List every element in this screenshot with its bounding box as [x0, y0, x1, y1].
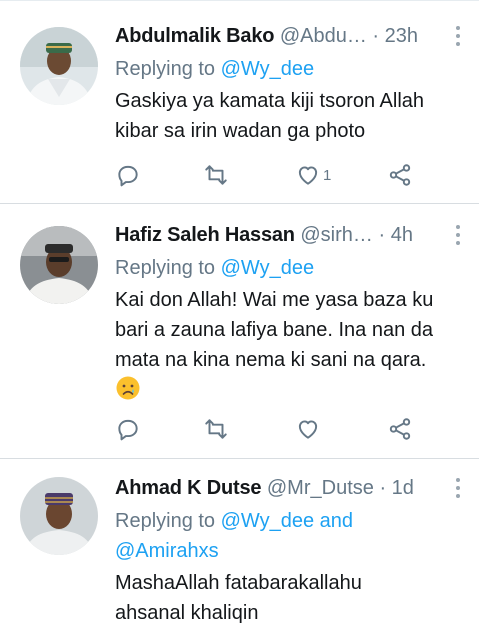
- tweet-time[interactable]: 1d: [392, 477, 414, 499]
- tweet-time[interactable]: 23h: [385, 25, 418, 47]
- retweet-button[interactable]: [203, 160, 229, 190]
- reply-button[interactable]: [115, 160, 141, 190]
- replying-to-label: Replying to: [115, 510, 221, 532]
- replying-to-label: Replying to: [115, 257, 221, 279]
- tweet-card[interactable]: Hafiz Saleh Hassan @sirh… · 4h Replying …: [0, 204, 479, 459]
- tweet-text-line: mata na kina nema ki sani na qara.: [115, 349, 427, 371]
- separator-dot: ·: [379, 477, 387, 499]
- tweet-text-line: ahsanal khaliqin: [115, 602, 259, 624]
- more-vertical-icon[interactable]: [453, 24, 463, 48]
- reply-icon: [118, 419, 138, 441]
- retweet-icon: [205, 419, 227, 439]
- avatar[interactable]: [20, 477, 98, 555]
- tweet-actions: [115, 414, 445, 444]
- heart-icon: [298, 166, 318, 185]
- author-name[interactable]: Hafiz Saleh Hassan: [115, 224, 295, 246]
- tweet-text: Gaskiya ya kamata kiji tsoron Allah kiba…: [115, 86, 465, 146]
- tweet-time[interactable]: 4h: [391, 224, 413, 246]
- more-vertical-icon[interactable]: [453, 223, 463, 247]
- like-button[interactable]: [295, 414, 323, 444]
- reply-mention-link-2[interactable]: @Amirahxs: [115, 540, 219, 562]
- tweet-text: Kai don Allah! Wai me yasa baza ku bari …: [115, 285, 465, 405]
- share-button[interactable]: [387, 414, 413, 444]
- author-name[interactable]: Abdulmalik Bako: [115, 25, 274, 47]
- like-count: 1: [323, 166, 332, 184]
- author-handle[interactable]: @sirh…: [300, 224, 373, 246]
- crying-face-emoji-icon: [116, 376, 140, 400]
- reply-button[interactable]: [115, 414, 141, 444]
- replying-to: Replying to @Wy_dee: [115, 54, 465, 84]
- tweet-text-line: bari a zauna lafiya bane. Ina nan da: [115, 319, 434, 341]
- share-button[interactable]: [387, 160, 413, 190]
- reply-mention-link[interactable]: @Wy_dee and: [221, 510, 353, 532]
- avatar[interactable]: [20, 27, 98, 105]
- tweet-card[interactable]: Abdulmalik Bako @Abdu… · 23h Replying to…: [0, 0, 479, 204]
- share-icon: [389, 418, 411, 440]
- author-handle[interactable]: @Abdu…: [280, 25, 367, 47]
- retweet-button[interactable]: [203, 414, 229, 444]
- separator-dot: ·: [372, 25, 380, 47]
- avatar[interactable]: [20, 226, 98, 304]
- tweet-header: Hafiz Saleh Hassan @sirh… · 4h: [115, 219, 465, 253]
- tweet-card[interactable]: Ahmad K Dutse @Mr_Dutse · 1d Replying to…: [0, 459, 479, 634]
- tweet-text: MashaAllah fatabarakallahu ahsanal khali…: [115, 568, 465, 628]
- share-icon: [389, 164, 411, 186]
- author-name[interactable]: Ahmad K Dutse: [115, 477, 262, 499]
- more-vertical-icon[interactable]: [453, 476, 463, 500]
- heart-icon: [298, 420, 318, 439]
- tweet-actions: 1: [115, 160, 445, 190]
- like-button[interactable]: 1: [295, 160, 331, 190]
- author-handle[interactable]: @Mr_Dutse: [267, 477, 374, 499]
- reply-icon: [118, 165, 138, 187]
- tweet-text-line: Gaskiya ya kamata kiji tsoron Allah: [115, 90, 425, 112]
- reply-mention-link[interactable]: @Wy_dee: [221, 257, 315, 279]
- tweet-text-line: Kai don Allah! Wai me yasa baza ku: [115, 289, 434, 311]
- separator-dot: ·: [378, 224, 386, 246]
- tweet-header: Ahmad K Dutse @Mr_Dutse · 1d: [115, 472, 465, 506]
- tweet-text-line: kibar sa irin wadan ga photo: [115, 120, 366, 142]
- reply-mention-link[interactable]: @Wy_dee: [221, 58, 315, 80]
- replying-to: Replying to @Wy_dee and @Amirahxs: [115, 506, 465, 566]
- tweet-text-line: MashaAllah fatabarakallahu: [115, 572, 362, 594]
- retweet-icon: [205, 165, 227, 185]
- tweet-header: Abdulmalik Bako @Abdu… · 23h: [115, 20, 465, 54]
- replying-to-label: Replying to: [115, 58, 221, 80]
- replying-to: Replying to @Wy_dee: [115, 253, 465, 283]
- tweet-replies-feed: Abdulmalik Bako @Abdu… · 23h Replying to…: [0, 0, 479, 634]
